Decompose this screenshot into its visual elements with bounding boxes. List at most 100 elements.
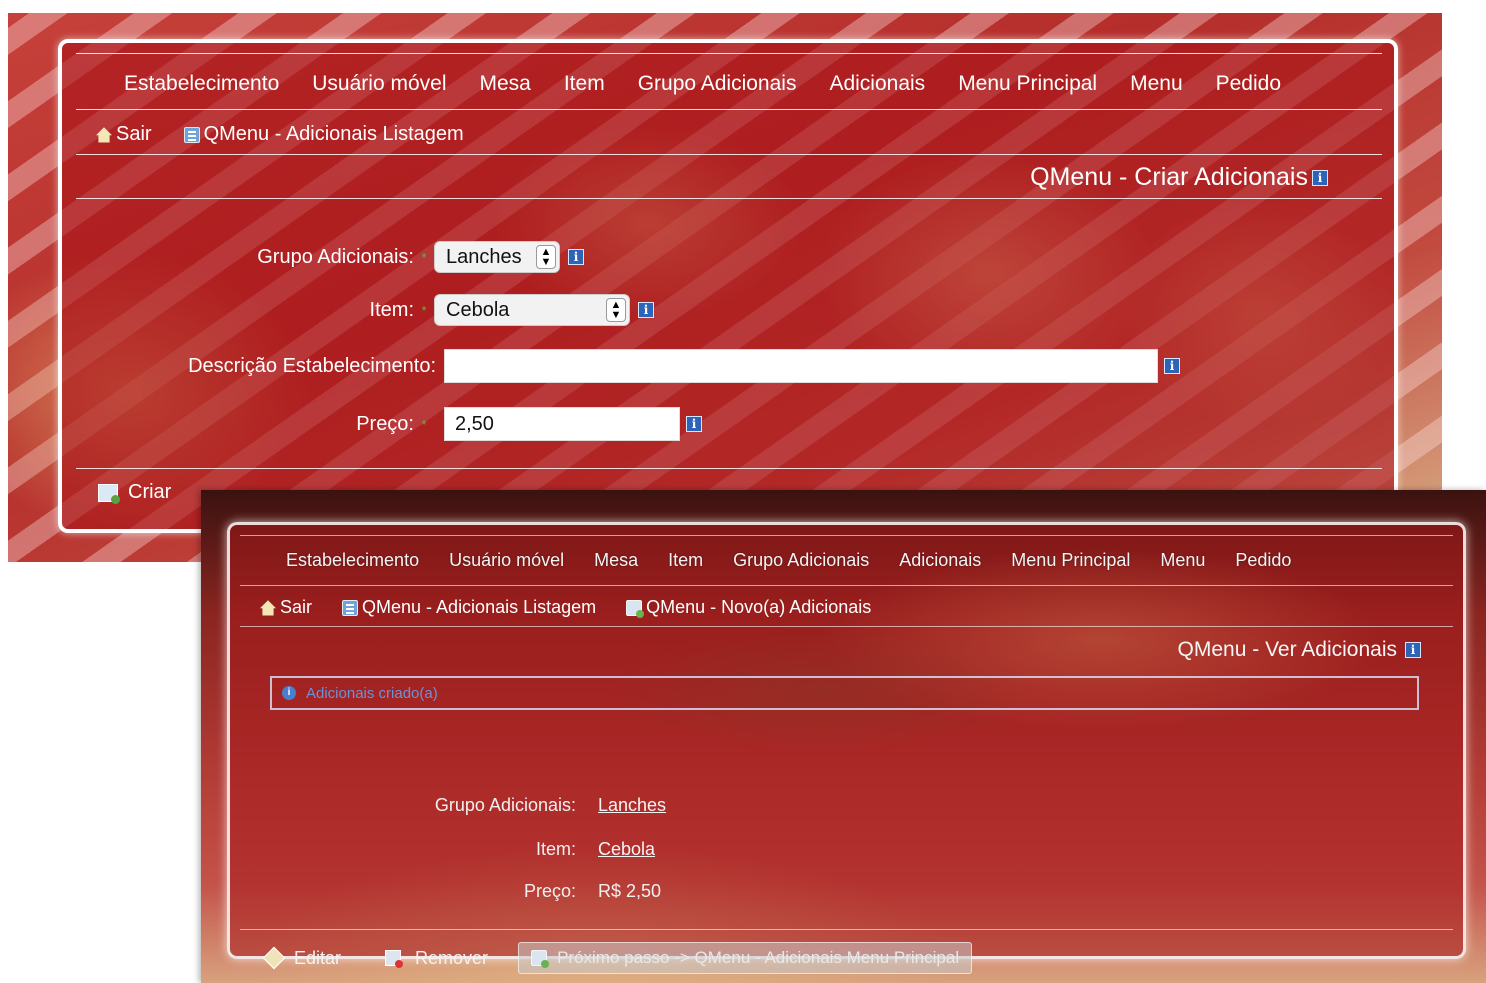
- nav-usuario-movel[interactable]: Usuário móvel: [449, 550, 564, 571]
- nav-menu[interactable]: Menu: [1160, 550, 1205, 571]
- create-icon: [98, 483, 120, 504]
- divider: [240, 929, 1453, 930]
- next-step-label: Próximo passo -> QMenu - Adicionais Menu…: [557, 948, 960, 967]
- nav-menu-principal[interactable]: Menu Principal: [958, 72, 1097, 96]
- info-icon[interactable]: i: [638, 302, 654, 318]
- sair-link[interactable]: Sair: [96, 123, 152, 146]
- preco-label: Preço:: [356, 412, 414, 435]
- item-row: Item: Cebola: [230, 839, 655, 860]
- sub-nav: Sair QMenu - Adicionais Listagem QMenu -…: [260, 597, 901, 618]
- grupo-label: Grupo Adicionais:: [257, 245, 414, 268]
- list-icon: [183, 126, 200, 143]
- sair-label: Sair: [280, 597, 313, 617]
- item-label: Item:: [369, 298, 414, 321]
- preco-row: Preço: * 2,50 i: [62, 407, 702, 441]
- nav-menu-principal[interactable]: Menu Principal: [1011, 550, 1130, 571]
- divider: [240, 535, 1453, 536]
- divider: [76, 468, 1382, 469]
- info-icon[interactable]: i: [568, 249, 584, 265]
- grupo-value-link[interactable]: Lanches: [598, 795, 666, 816]
- divider: [76, 198, 1382, 199]
- preco-value: R$ 2,50: [598, 881, 662, 901]
- novo-label: QMenu - Novo(a) Adicionais: [646, 597, 872, 617]
- info-icon[interactable]: i: [1405, 642, 1421, 658]
- preco-input[interactable]: 2,50: [444, 407, 680, 441]
- criar-label: Criar: [128, 481, 172, 503]
- next-step-button[interactable]: Próximo passo -> QMenu - Adicionais Menu…: [518, 942, 973, 974]
- success-message: i Adicionais criado(a): [270, 676, 1419, 710]
- remove-icon: [385, 950, 404, 968]
- divider: [76, 154, 1382, 155]
- remover-button[interactable]: Remover: [385, 948, 488, 969]
- edit-icon: [262, 946, 286, 970]
- divider: [76, 109, 1382, 110]
- nav-pedido[interactable]: Pedido: [1235, 550, 1291, 571]
- info-circle-icon: i: [282, 686, 296, 700]
- page-title: QMenu - Criar Adicionais i: [1030, 163, 1328, 192]
- novo-link[interactable]: QMenu - Novo(a) Adicionais: [626, 597, 871, 618]
- info-icon[interactable]: i: [1164, 358, 1180, 374]
- page-title-text: QMenu - Criar Adicionais: [1030, 163, 1308, 191]
- sub-nav: Sair QMenu - Adicionais Listagem: [96, 123, 496, 146]
- actions-bar: Editar Remover Próximo passo -> QMenu - …: [262, 942, 973, 974]
- nav-estabelecimento[interactable]: Estabelecimento: [124, 72, 279, 96]
- nav-item[interactable]: Item: [668, 550, 703, 571]
- grupo-select-value: Lanches: [446, 245, 522, 268]
- item-row: Item: * Cebola ▲ ▼ i: [62, 294, 654, 326]
- nav-adicionais[interactable]: Adicionais: [899, 550, 981, 571]
- nav-pedido[interactable]: Pedido: [1216, 72, 1281, 96]
- divider: [240, 585, 1453, 586]
- select-arrows-icon: ▲ ▼: [606, 298, 626, 322]
- main-nav: Estabelecimento Usuário móvel Mesa Item …: [124, 72, 1314, 96]
- grupo-row: Grupo Adicionais: Lanches: [230, 795, 666, 816]
- view-panel: Estabelecimento Usuário móvel Mesa Item …: [227, 522, 1466, 974]
- grupo-row: Grupo Adicionais: * Lanches ▲ ▼ i: [62, 241, 584, 273]
- item-value-link[interactable]: Cebola: [598, 839, 655, 860]
- info-icon[interactable]: i: [686, 416, 702, 432]
- nav-item[interactable]: Item: [564, 72, 605, 96]
- page-title-text: QMenu - Ver Adicionais: [1177, 638, 1397, 661]
- item-select-value: Cebola: [446, 298, 510, 321]
- listagem-label: QMenu - Adicionais Listagem: [362, 597, 597, 617]
- view-screenshot: Estabelecimento Usuário móvel Mesa Item …: [201, 490, 1486, 983]
- criar-button[interactable]: Criar: [98, 481, 171, 504]
- item-label: Item:: [535, 839, 576, 859]
- required-mark: *: [421, 416, 427, 432]
- descricao-row: Descrição Estabelecimento: i: [62, 349, 1180, 383]
- grupo-select[interactable]: Lanches ▲ ▼: [434, 241, 560, 273]
- success-message-text: Adicionais criado(a): [306, 684, 438, 702]
- main-nav: Estabelecimento Usuário móvel Mesa Item …: [286, 550, 1321, 571]
- nav-usuario-movel[interactable]: Usuário móvel: [312, 72, 446, 96]
- nav-mesa[interactable]: Mesa: [479, 72, 530, 96]
- listagem-label: QMenu - Adicionais Listagem: [203, 123, 464, 145]
- nav-grupo-adicionais[interactable]: Grupo Adicionais: [733, 550, 869, 571]
- info-icon[interactable]: i: [1312, 169, 1328, 186]
- descricao-input[interactable]: [444, 349, 1158, 383]
- create-screenshot: Estabelecimento Usuário móvel Mesa Item …: [8, 13, 1442, 562]
- descricao-label: Descrição Estabelecimento:: [188, 354, 436, 377]
- nav-adicionais[interactable]: Adicionais: [829, 72, 925, 96]
- nav-estabelecimento[interactable]: Estabelecimento: [286, 550, 419, 571]
- page-title: QMenu - Ver Adicionais i: [1178, 638, 1421, 662]
- listagem-link[interactable]: QMenu - Adicionais Listagem: [183, 123, 464, 146]
- preco-label: Preço:: [523, 881, 576, 901]
- nav-grupo-adicionais[interactable]: Grupo Adicionais: [638, 72, 797, 96]
- list-icon: [342, 599, 359, 616]
- nav-menu[interactable]: Menu: [1130, 72, 1183, 96]
- sair-link[interactable]: Sair: [260, 597, 312, 618]
- new-icon: [626, 599, 645, 618]
- create-panel: Estabelecimento Usuário móvel Mesa Item …: [58, 39, 1398, 533]
- new-icon: [531, 950, 550, 968]
- divider: [76, 53, 1382, 54]
- listagem-link[interactable]: QMenu - Adicionais Listagem: [342, 597, 596, 618]
- home-icon: [260, 600, 276, 616]
- nav-mesa[interactable]: Mesa: [594, 550, 638, 571]
- sair-label: Sair: [116, 123, 152, 145]
- divider: [240, 626, 1453, 627]
- home-icon: [96, 127, 112, 143]
- editar-button[interactable]: Editar: [262, 946, 341, 970]
- item-select[interactable]: Cebola ▲ ▼: [434, 294, 630, 326]
- preco-row: Preço: R$ 2,50: [230, 881, 661, 902]
- select-arrows-icon: ▲ ▼: [536, 245, 556, 269]
- remover-label: Remover: [415, 947, 489, 968]
